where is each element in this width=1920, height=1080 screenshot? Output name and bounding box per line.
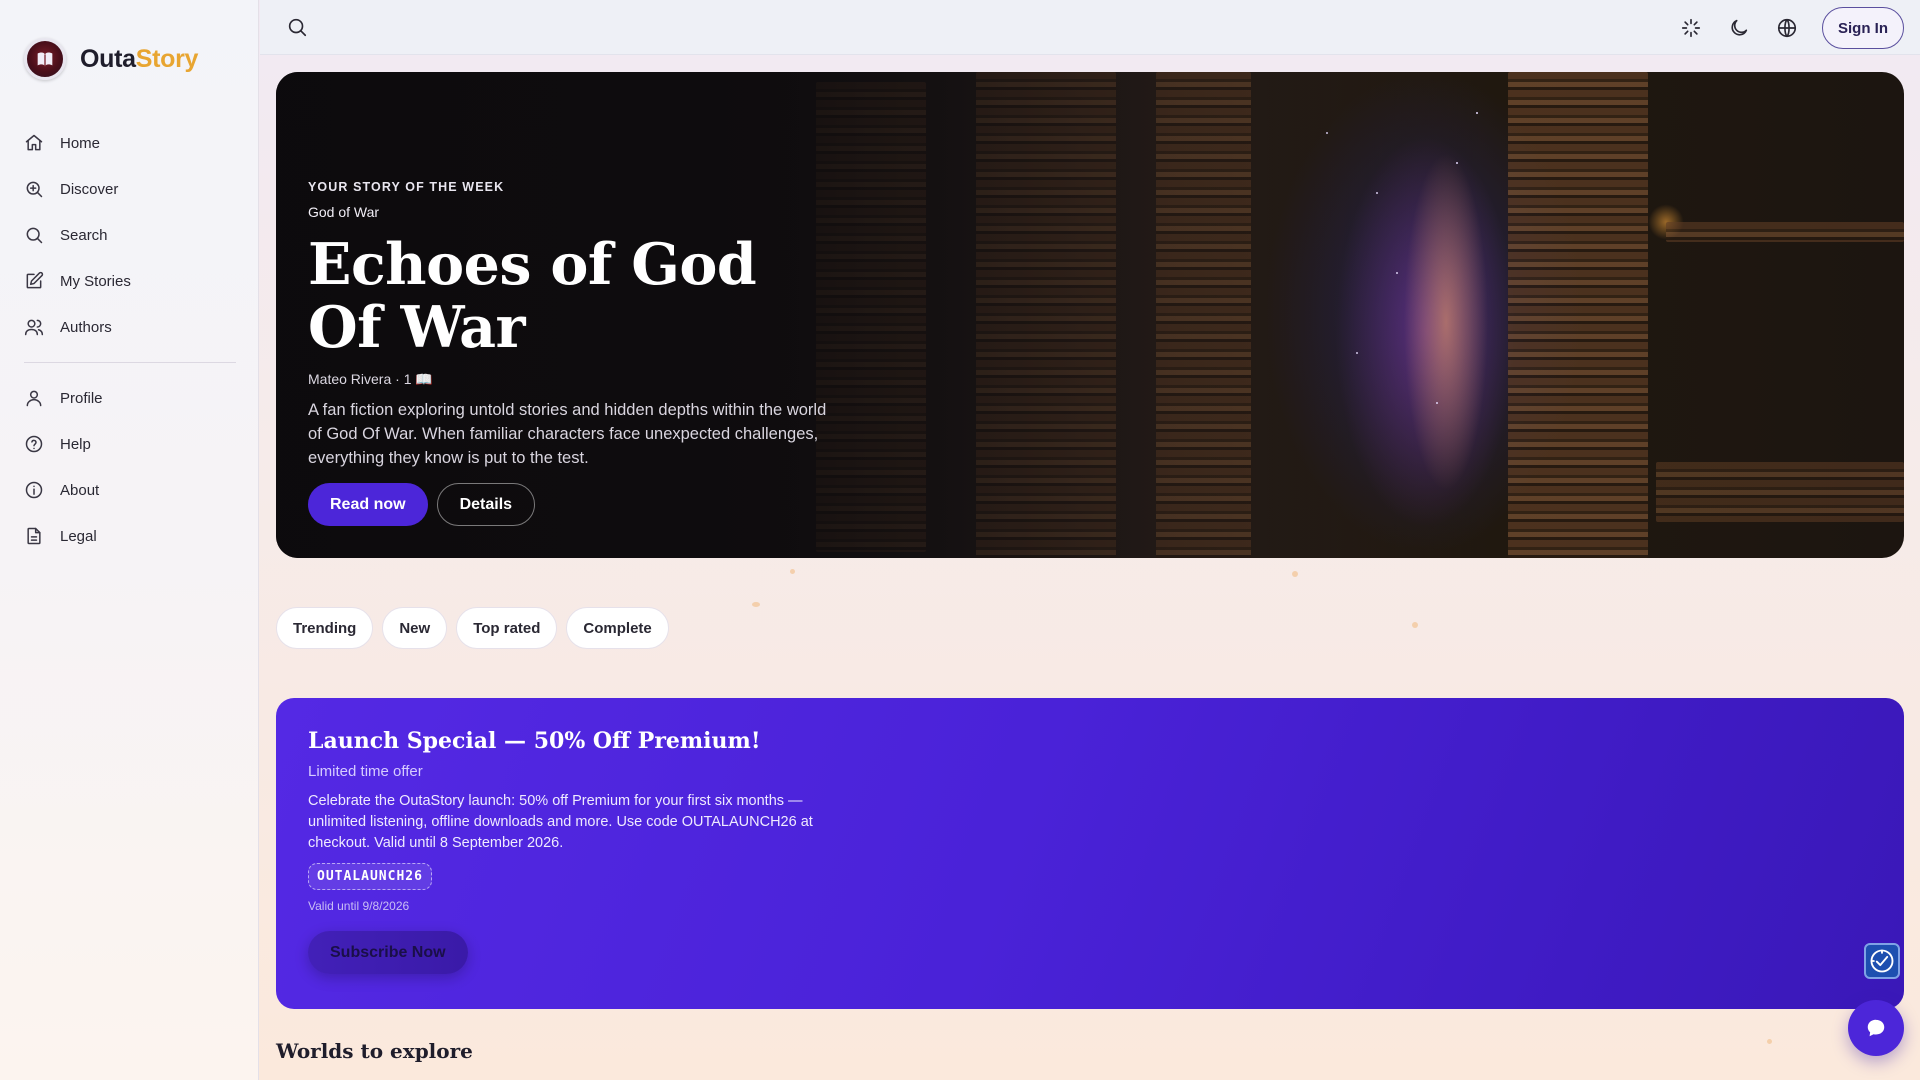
sidebar-item-legal[interactable]: Legal bbox=[24, 513, 236, 559]
promo-banner: Launch Special — 50% Off Premium! Limite… bbox=[276, 698, 1904, 1009]
sidebar: OutaStory Home Discover Search My Storie… bbox=[0, 0, 259, 1080]
filter-pills: Trending New Top rated Complete bbox=[276, 607, 669, 649]
brand-name-part2: Story bbox=[135, 44, 199, 73]
promo-body: Celebrate the OutaStory launch: 50% off … bbox=[308, 793, 813, 851]
sidebar-item-search[interactable]: Search bbox=[24, 212, 236, 258]
sidebar-item-my-stories[interactable]: My Stories bbox=[24, 258, 236, 304]
filter-new[interactable]: New bbox=[382, 607, 448, 649]
section-title: Worlds to explore bbox=[276, 1039, 473, 1063]
hero-content: YOUR STORY OF THE WEEK God of War Echoes… bbox=[308, 180, 848, 526]
language-button[interactable] bbox=[1776, 17, 1798, 39]
top-search-button[interactable] bbox=[286, 16, 308, 43]
moon-icon bbox=[1731, 19, 1748, 36]
hero-meta: Mateo Rivera · 1 📖 bbox=[308, 371, 433, 387]
dot-decoration bbox=[790, 569, 795, 574]
sparkle-icon bbox=[1681, 18, 1701, 38]
sidebar-divider bbox=[24, 362, 236, 363]
help-icon bbox=[25, 435, 43, 453]
search-icon bbox=[26, 227, 43, 244]
theme-toggle-button[interactable] bbox=[1728, 17, 1750, 39]
chat-icon bbox=[1867, 1019, 1885, 1037]
promo-content: Launch Special — 50% Off Premium! Limite… bbox=[308, 728, 868, 974]
book-logo-icon bbox=[24, 38, 66, 80]
hero-title: Echoes of God Of War bbox=[308, 231, 757, 361]
promo-title: Launch Special — 50% Off Premium! bbox=[308, 728, 761, 754]
info-icon bbox=[25, 481, 43, 499]
subscribe-now-button[interactable]: Subscribe Now bbox=[308, 931, 468, 974]
hero-kicker: YOUR STORY OF THE WEEK bbox=[308, 180, 505, 194]
chat-button[interactable] bbox=[1848, 1000, 1904, 1056]
sparkle-button[interactable] bbox=[1680, 17, 1702, 39]
promo-valid-until: Valid until 9/8/2026 bbox=[308, 899, 410, 913]
sidebar-item-label: Help bbox=[60, 435, 91, 453]
details-button[interactable]: Details bbox=[436, 483, 536, 526]
filter-trending[interactable]: Trending bbox=[276, 607, 374, 649]
dot-decoration bbox=[1292, 571, 1298, 577]
document-icon bbox=[27, 527, 41, 545]
sidebar-item-label: Discover bbox=[60, 180, 119, 198]
sidebar-item-profile[interactable]: Profile bbox=[24, 375, 236, 421]
discover-icon bbox=[26, 181, 43, 198]
sidebar-item-label: Authors bbox=[60, 318, 112, 336]
globe-icon bbox=[1777, 18, 1797, 38]
sidebar-item-label: Home bbox=[60, 134, 101, 152]
hero-actions: Read now Details bbox=[308, 483, 848, 526]
brand-name: OutaStory bbox=[80, 45, 198, 74]
user-icon bbox=[26, 390, 42, 407]
dot-decoration bbox=[1767, 1039, 1772, 1044]
sidebar-item-label: Profile bbox=[60, 389, 103, 407]
sidebar-item-help[interactable]: Help bbox=[24, 421, 236, 467]
edit-icon bbox=[26, 271, 44, 289]
sidebar-item-authors[interactable]: Authors bbox=[24, 304, 236, 350]
sidebar-item-label: Search bbox=[60, 226, 108, 244]
sign-in-button[interactable]: Sign In bbox=[1822, 7, 1904, 49]
accessibility-button[interactable] bbox=[1864, 943, 1900, 979]
promo-code-badge[interactable]: OUTALAUNCH26 bbox=[308, 863, 432, 890]
search-icon bbox=[288, 18, 307, 37]
dot-decoration bbox=[1412, 622, 1418, 628]
hero-description: A fan fiction exploring untold stories a… bbox=[308, 401, 827, 467]
filter-complete[interactable]: Complete bbox=[566, 607, 669, 649]
hero-genre: God of War bbox=[308, 204, 380, 220]
sidebar-item-discover[interactable]: Discover bbox=[24, 166, 236, 212]
sidebar-item-label: About bbox=[60, 481, 100, 499]
sidebar-nav: Home Discover Search My Stories Authors … bbox=[24, 120, 236, 559]
brand[interactable]: OutaStory bbox=[24, 38, 198, 80]
users-icon bbox=[24, 319, 44, 336]
promo-subtitle: Limited time offer bbox=[308, 763, 423, 780]
topbar-actions: Sign In bbox=[1680, 7, 1904, 49]
home-icon bbox=[25, 134, 43, 151]
sidebar-item-about[interactable]: About bbox=[24, 467, 236, 513]
hero-banner: YOUR STORY OF THE WEEK God of War Echoes… bbox=[276, 72, 1904, 558]
dot-decoration bbox=[752, 602, 760, 607]
sidebar-item-home[interactable]: Home bbox=[24, 120, 236, 166]
sidebar-item-label: Legal bbox=[60, 527, 97, 545]
read-now-button[interactable]: Read now bbox=[308, 483, 428, 526]
accessibility-icon bbox=[1870, 949, 1894, 973]
topbar: Sign In bbox=[260, 0, 1920, 55]
brand-name-part1: Outa bbox=[80, 44, 136, 73]
filter-top-rated[interactable]: Top rated bbox=[456, 607, 558, 649]
sidebar-item-label: My Stories bbox=[60, 272, 131, 290]
